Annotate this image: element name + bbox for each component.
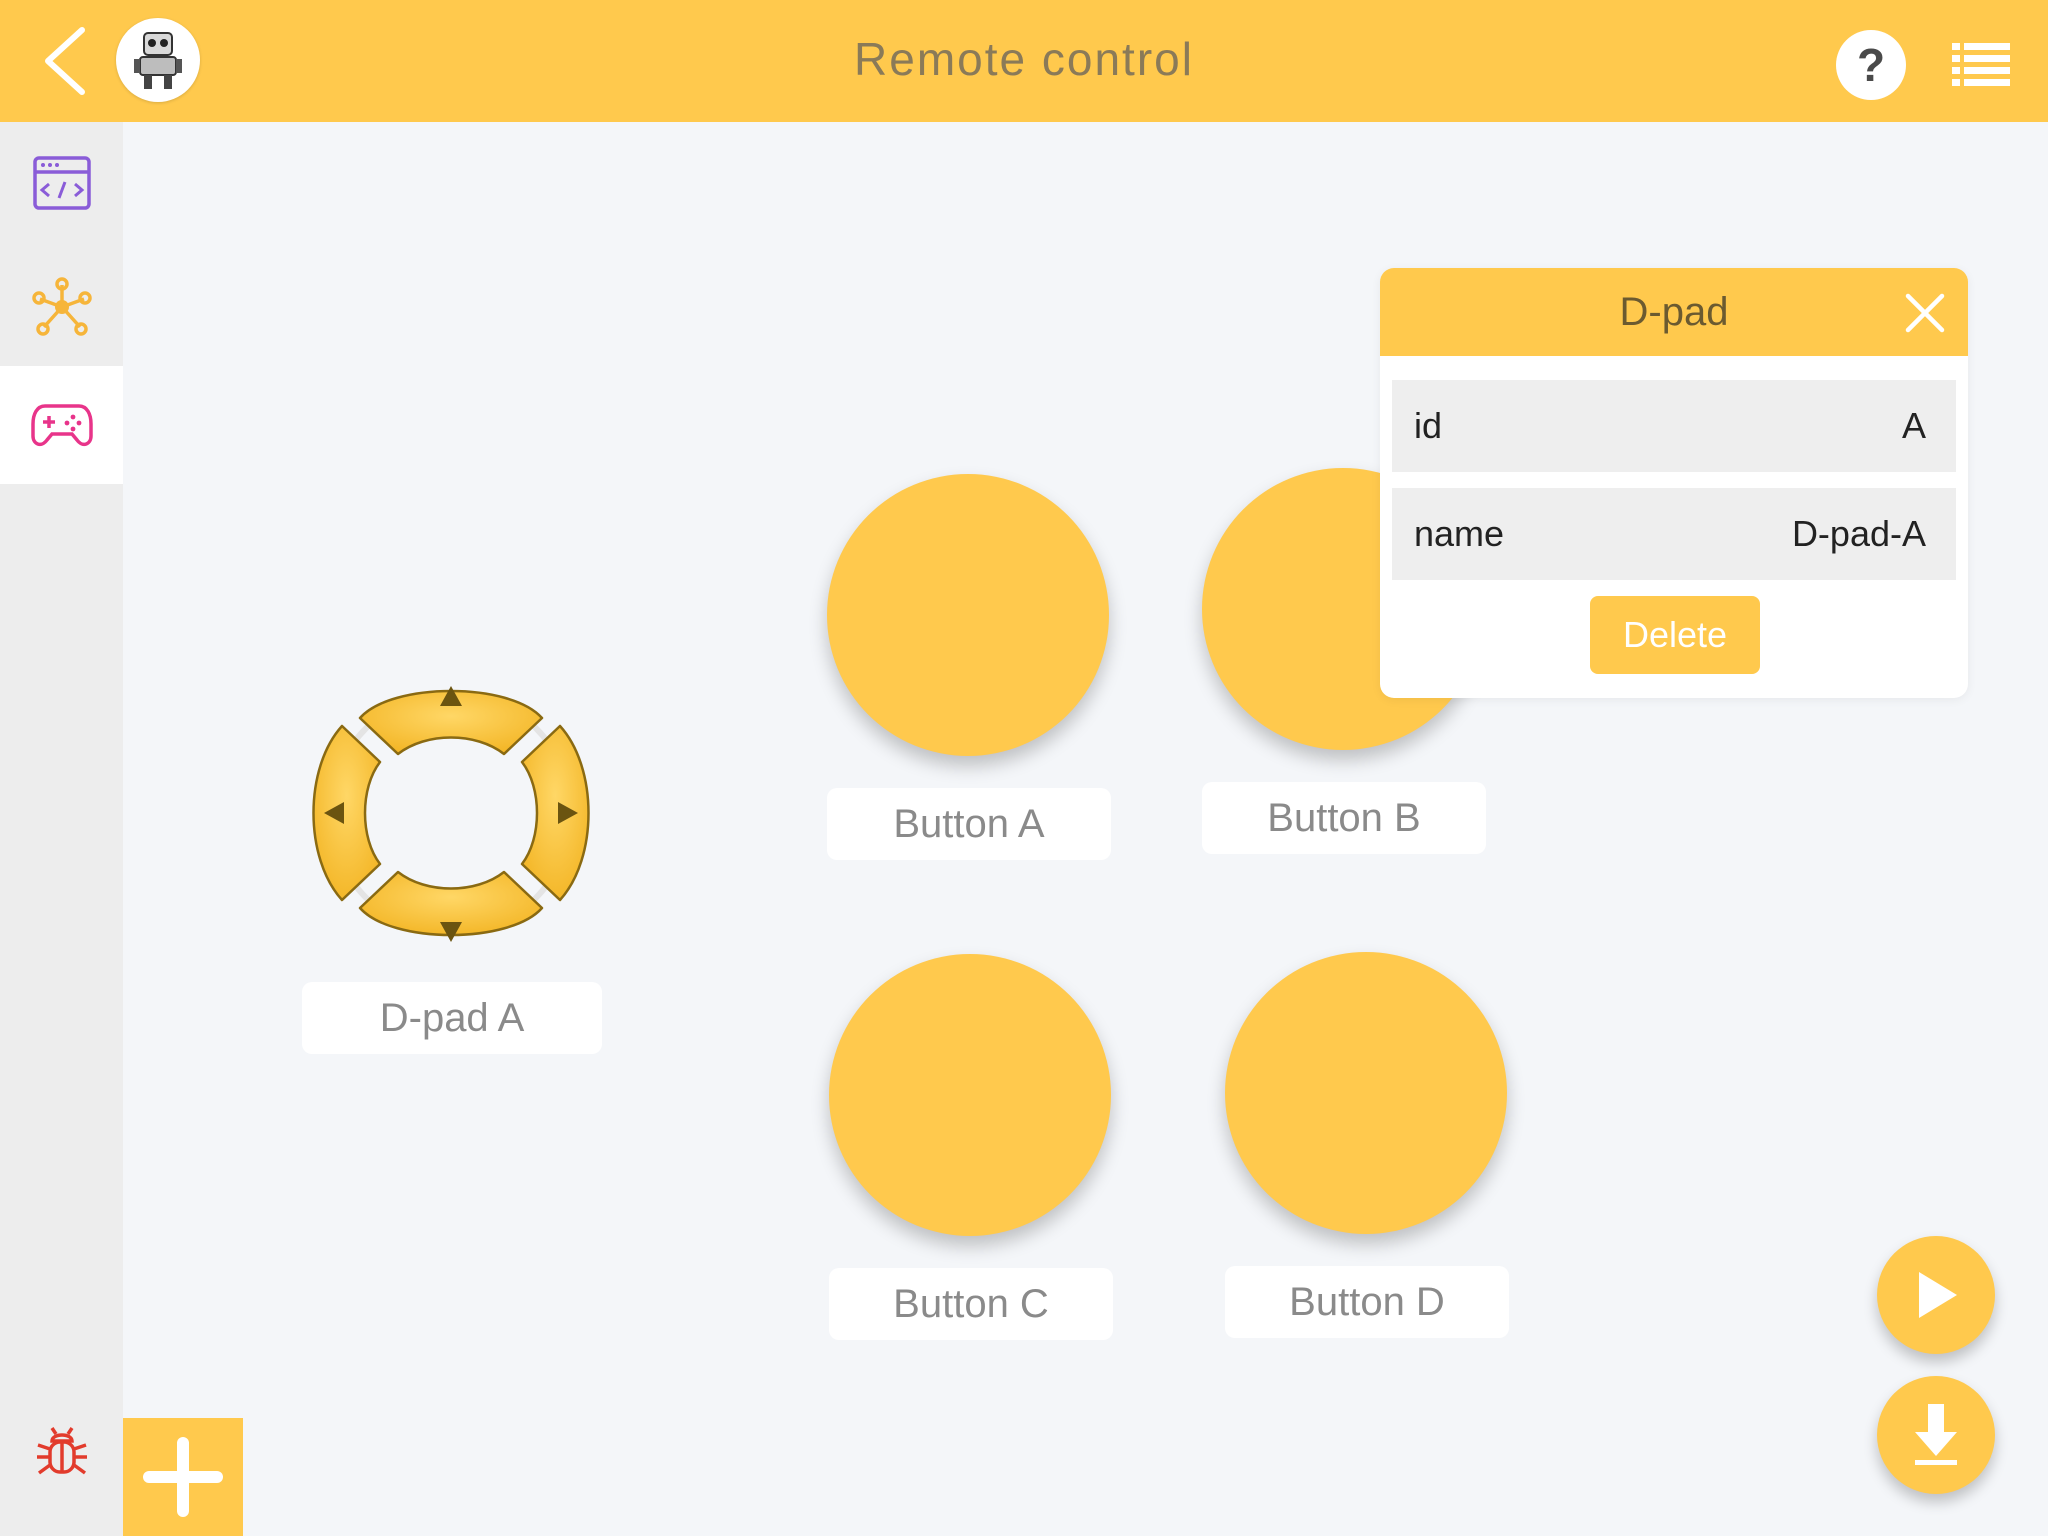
dpad-left-segment[interactable] <box>312 724 382 902</box>
chevron-left-icon <box>45 27 85 95</box>
bug-icon <box>36 1427 87 1475</box>
button-d[interactable] <box>1225 952 1507 1234</box>
dpad-right-segment[interactable] <box>520 724 590 902</box>
close-icon <box>1905 293 1945 333</box>
sidebar-item-remote-control[interactable] <box>0 366 123 484</box>
property-key: id <box>1414 405 1443 446</box>
download-icon <box>1915 1404 1957 1465</box>
page-title: Remote control <box>854 33 1194 85</box>
dpad-label: D-pad A <box>302 982 602 1054</box>
gamepad-icon <box>30 404 93 447</box>
robot-avatar[interactable] <box>116 18 200 102</box>
menu-button[interactable] <box>1950 40 2012 90</box>
help-button[interactable]: ? <box>1836 30 1906 100</box>
network-hub-icon <box>31 277 92 336</box>
add-widget-button[interactable] <box>123 1418 243 1536</box>
delete-button[interactable]: Delete <box>1590 596 1760 674</box>
sidebar-item-code[interactable] <box>0 124 123 242</box>
popup-header: D-pad <box>1380 268 1968 356</box>
sidebar-item-network[interactable] <box>0 248 123 366</box>
close-button[interactable] <box>1904 292 1946 334</box>
robot-icon <box>134 32 182 89</box>
button-c[interactable] <box>829 954 1111 1236</box>
code-window-icon <box>32 156 91 210</box>
plus-icon <box>143 1437 223 1517</box>
popup-title: D-pad <box>1619 289 1729 334</box>
button-d-label: Button D <box>1225 1266 1509 1338</box>
top-bar: Remote control ? <box>0 0 2048 122</box>
property-row-name[interactable]: name D-pad-A <box>1392 488 1956 580</box>
property-value: D-pad-A <box>1791 513 1926 554</box>
sidebar-item-debug[interactable] <box>0 1394 123 1512</box>
property-value: A <box>1901 405 1926 446</box>
back-button[interactable] <box>34 22 94 100</box>
dpad-widget[interactable] <box>298 662 604 964</box>
property-key: name <box>1414 513 1505 554</box>
button-a-label: Button A <box>827 788 1111 860</box>
list-icon <box>1952 43 2010 86</box>
button-b-label: Button B <box>1202 782 1486 854</box>
run-button[interactable] <box>1877 1236 1995 1354</box>
download-button[interactable] <box>1877 1376 1995 1494</box>
sidebar <box>0 122 123 1536</box>
help-icon: ? <box>1856 39 1886 91</box>
play-icon <box>1919 1272 1957 1318</box>
button-a[interactable] <box>827 474 1109 756</box>
properties-popup: D-pad id A name D-pad-A Delete <box>1380 268 1968 698</box>
property-row-id[interactable]: id A <box>1392 380 1956 472</box>
button-c-label: Button C <box>829 1268 1113 1340</box>
